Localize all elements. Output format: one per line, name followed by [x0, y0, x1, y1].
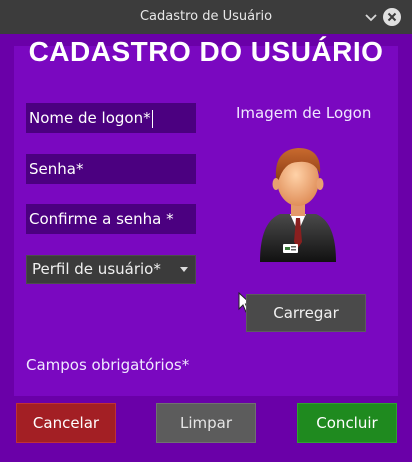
close-icon[interactable]	[382, 7, 402, 27]
window-body	[0, 34, 412, 462]
page-title: CADASTRO DO USUÁRIO	[28, 36, 384, 67]
login-name-field[interactable]: Nome de logon*	[26, 103, 196, 133]
confirm-password-field[interactable]: Confirme a senha *	[26, 204, 196, 234]
password-placeholder: Senha*	[29, 160, 84, 178]
cancel-button[interactable]: Cancelar	[16, 403, 116, 443]
clear-button[interactable]: Limpar	[156, 403, 256, 443]
load-image-button[interactable]: Carregar	[246, 294, 366, 332]
text-caret	[151, 109, 153, 128]
profile-select[interactable]: Perfil de usuário*	[26, 255, 196, 284]
done-button[interactable]: Concluir	[297, 403, 397, 443]
login-name-placeholder: Nome de logon*	[29, 109, 151, 127]
window-titlebar: Cadastro de Usuário	[0, 0, 412, 34]
window-title: Cadastro de Usuário	[139, 9, 273, 24]
minimize-chevron-icon[interactable]	[361, 7, 381, 27]
profile-select-value: Perfil de usuário*	[32, 260, 161, 278]
required-fields-note: Campos obrigatórios*	[26, 356, 190, 374]
dropdown-arrow-icon	[180, 267, 188, 272]
confirm-password-placeholder: Confirme a senha *	[29, 210, 174, 228]
password-field[interactable]: Senha*	[26, 154, 196, 184]
user-avatar-icon	[260, 148, 336, 262]
logon-image-label: Imagem de Logon	[236, 104, 372, 122]
